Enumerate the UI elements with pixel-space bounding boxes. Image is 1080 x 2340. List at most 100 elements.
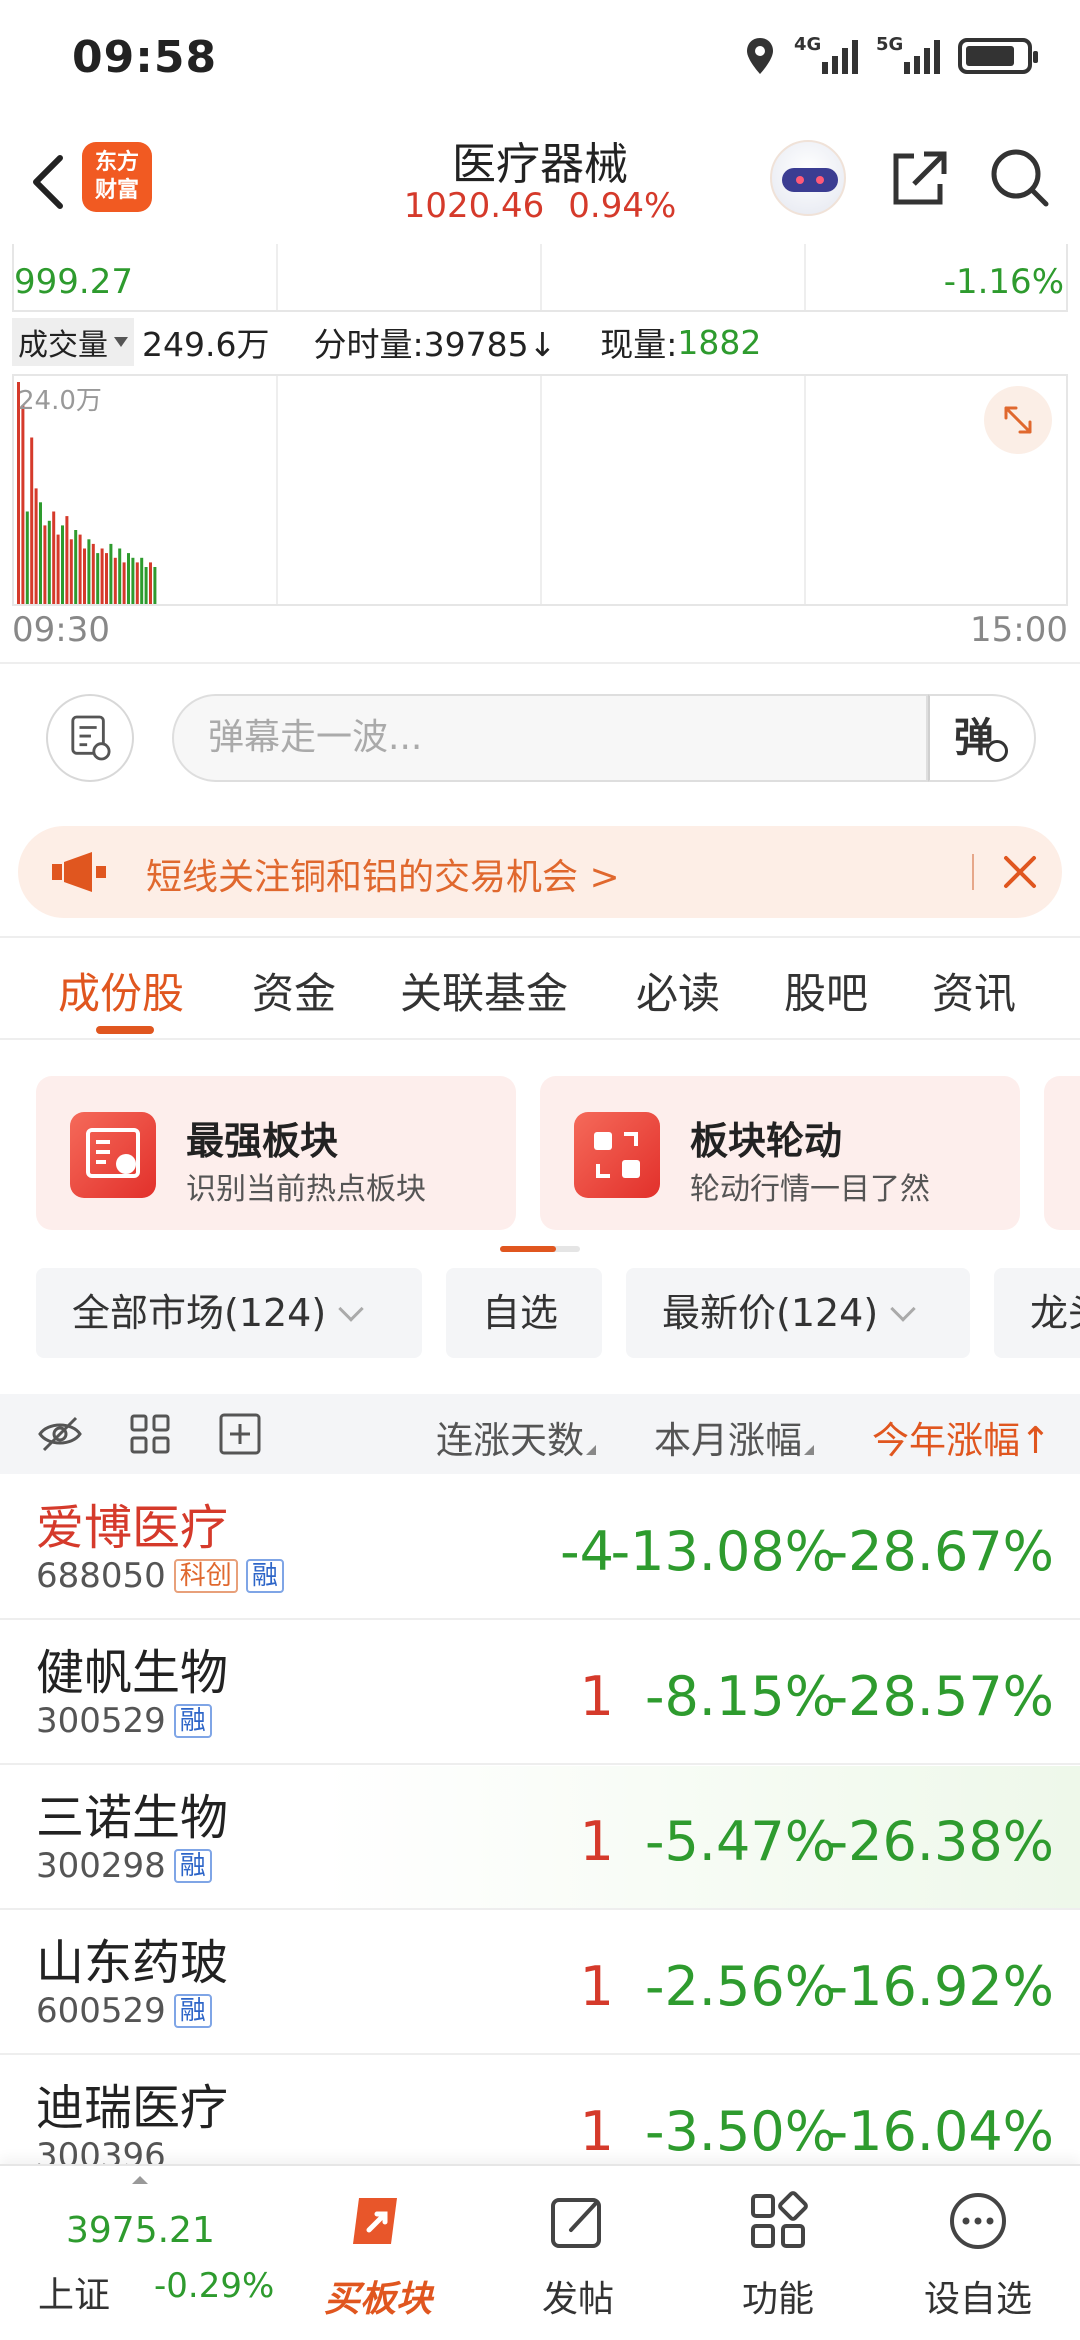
tag-margin: 融: [173, 1704, 212, 1738]
chevron-down-icon: [890, 1296, 916, 1322]
low-price: 999.27: [14, 262, 133, 302]
sector-chart-icon: [70, 1112, 156, 1198]
volume-chart[interactable]: 24.0万: [12, 374, 1068, 606]
streak-days: -4: [560, 1520, 614, 1583]
volume-bar: [78, 534, 82, 604]
share-icon[interactable]: [884, 142, 954, 212]
tab-must-read[interactable]: 必读: [636, 960, 720, 1021]
dropdown-arrow-icon: [114, 337, 128, 347]
volume-dropdown[interactable]: 成交量: [12, 318, 134, 366]
stock-code: 688050 科创 融: [36, 1556, 284, 1596]
stock-name: 山东药玻: [36, 1935, 229, 1991]
active-tab-indicator: [96, 1026, 154, 1034]
month-change: -3.50%: [644, 2100, 836, 2163]
volume-bar: [25, 511, 29, 604]
banner-divider: [972, 854, 974, 890]
buy-sector-icon: [353, 2198, 397, 2244]
filter-watchlist[interactable]: 自选: [446, 1268, 602, 1358]
volume-bar: [153, 567, 157, 604]
grid-view-icon[interactable]: [126, 1412, 174, 1456]
intraday-chart[interactable]: 999.27 -1.16% 成交量 249.6万 分时量:39785↓ 现量: 1…: [0, 240, 1080, 660]
tag-margin: 融: [173, 1994, 212, 2028]
danmaku-settings-icon[interactable]: [46, 694, 134, 782]
tab-news[interactable]: 资讯: [932, 960, 1016, 1021]
index-change-pct: 0.94%: [568, 186, 677, 226]
back-arrow-icon[interactable]: [22, 146, 82, 218]
tab-bar: 成份股 资金 关联基金 必读 股吧 资讯: [0, 936, 1080, 1040]
volume-info: 成交量 249.6万 分时量:39785↓ 现量: 1882: [12, 316, 761, 368]
table-row[interactable]: 三诺生物 300298 融 1 -5.47% -26.38%: [0, 1766, 1080, 1910]
danmaku-input[interactable]: 弹幕走一波...: [172, 694, 928, 782]
nav-label: 设自选: [923, 2279, 1032, 2320]
danmaku-toggle-button[interactable]: 弹: [928, 694, 1036, 782]
megaphone-icon: [52, 852, 106, 892]
nav-buy-sector[interactable]: 买板块: [308, 2190, 448, 2330]
nav-functions[interactable]: 功能: [708, 2190, 848, 2330]
tab-capital[interactable]: 资金: [252, 960, 336, 1021]
nav-post[interactable]: 发帖: [508, 2190, 648, 2330]
volume-bar: [131, 557, 135, 604]
volume-bar: [30, 437, 34, 604]
eye-hidden-icon[interactable]: [36, 1412, 84, 1456]
index-value[interactable]: 3975.21: [66, 2210, 215, 2251]
tab-constituents[interactable]: 成份股: [58, 960, 184, 1021]
ai-assistant-icon[interactable]: [770, 140, 846, 216]
tab-related-funds[interactable]: 关联基金: [400, 960, 568, 1021]
volume-bar: [109, 543, 113, 604]
volume-max-label: 24.0万: [18, 386, 102, 416]
volume-bar: [52, 511, 56, 604]
card-sector-rotation[interactable]: 板块轮动 轮动行情一目了然: [540, 1076, 1020, 1230]
volume-bar: [100, 548, 104, 604]
add-column-icon[interactable]: [216, 1412, 264, 1456]
signal-4g-icon: 4G: [794, 34, 858, 74]
filter-leader[interactable]: 龙头: [994, 1268, 1080, 1358]
table-row[interactable]: 健帆生物 300529 融 1 -8.15% -28.57%: [0, 1621, 1080, 1765]
column-year-change[interactable]: 今年涨幅↑: [872, 1410, 1051, 1464]
signal-5g-icon: 5G: [876, 34, 940, 74]
bottom-bar: 3975.21 上证 -0.29% 买板块 发帖 功能 设自选: [0, 2164, 1080, 2340]
close-icon[interactable]: [998, 850, 1042, 894]
volume-bar: [69, 539, 73, 604]
index-quote: 1020.46 0.94%: [340, 186, 740, 226]
streak-days: 1: [579, 1665, 614, 1728]
filter-latest-price[interactable]: 最新价(124): [626, 1268, 970, 1358]
column-streak[interactable]: 连涨天数: [436, 1410, 596, 1464]
edit-icon: [551, 2198, 601, 2248]
year-change: -26.38%: [828, 1810, 1054, 1873]
volume-bar: [91, 543, 95, 604]
card-next-peek[interactable]: [1044, 1076, 1080, 1230]
volume-bar: [140, 557, 144, 604]
volume-bar: [127, 553, 130, 604]
tag-margin: 融: [173, 1849, 212, 1883]
index-name[interactable]: 上证: [38, 2266, 110, 2318]
stock-code: 300529 融: [36, 1701, 212, 1741]
year-change: -16.04%: [828, 2100, 1054, 2163]
app-logo[interactable]: 东方 财富: [82, 142, 152, 212]
volume-bar: [87, 539, 91, 604]
expand-up-icon[interactable]: [132, 2176, 148, 2184]
month-change: -8.15%: [644, 1665, 836, 1728]
streak-days: 1: [579, 1810, 614, 1873]
month-change: -2.56%: [644, 1955, 836, 2018]
expand-icon[interactable]: [984, 386, 1052, 454]
index-pct[interactable]: -0.29%: [154, 2266, 274, 2306]
page-title: 医疗器械: [452, 139, 628, 190]
announcement-banner[interactable]: 短线关注铜和铝的交易机会 >: [18, 826, 1062, 918]
card-strongest-sector[interactable]: 最强板块 识别当前热点板块: [36, 1076, 516, 1230]
rotation-icon: [574, 1112, 660, 1198]
volume-bar: [43, 525, 47, 604]
year-change: -28.67%: [828, 1520, 1054, 1583]
search-icon[interactable]: [984, 142, 1054, 212]
table-row[interactable]: 爱博医疗 688050 科创 融 -4 -13.08% -28.67%: [0, 1476, 1080, 1620]
column-month-change[interactable]: 本月涨幅: [654, 1410, 814, 1464]
filter-market[interactable]: 全部市场(124): [36, 1268, 422, 1358]
tab-forum[interactable]: 股吧: [784, 960, 868, 1021]
volume-bar: [47, 520, 51, 604]
card-title: 板块轮动: [690, 1119, 843, 1163]
nav-add-watchlist[interactable]: 设自选: [908, 2190, 1048, 2330]
streak-days: 1: [579, 1955, 614, 2018]
table-row[interactable]: 山东药玻 600529 融 1 -2.56% -16.92%: [0, 1911, 1080, 2055]
volume-bar: [135, 562, 139, 604]
battery-icon: [958, 38, 1038, 74]
volume-bar: [65, 516, 69, 604]
